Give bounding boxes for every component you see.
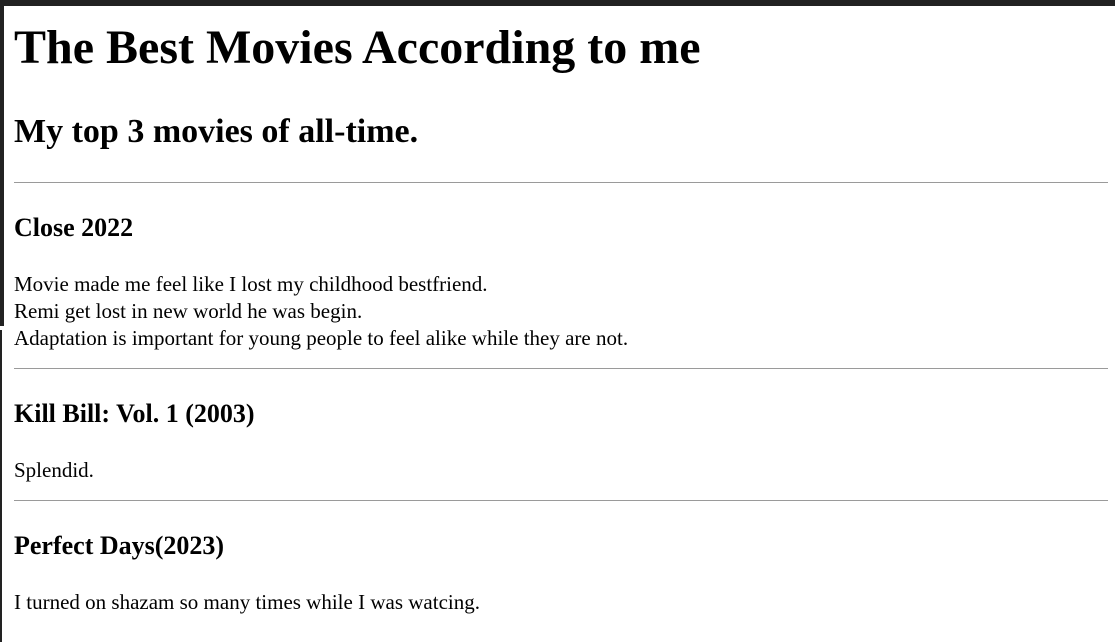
page-content: The Best Movies According to me My top 3… xyxy=(14,6,1108,616)
movie-entry-perfect-days: Perfect Days(2023) I turned on shazam so… xyxy=(14,531,1108,616)
review-line: Splendid. xyxy=(14,458,94,482)
divider xyxy=(14,500,1108,501)
movie-review: Splendid. xyxy=(14,457,1108,484)
window-left-border-lower xyxy=(0,330,2,642)
review-line: Remi get lost in new world he was begin. xyxy=(14,299,363,323)
movie-entry-close: Close 2022 Movie made me feel like I los… xyxy=(14,213,1108,352)
movie-title: Close 2022 xyxy=(14,213,134,242)
window-left-border xyxy=(0,6,4,326)
divider xyxy=(14,182,1108,183)
review-line: I turned on shazam so many times while I… xyxy=(14,590,480,614)
movie-review: I turned on shazam so many times while I… xyxy=(14,589,1108,616)
movie-review: Movie made me feel like I lost my childh… xyxy=(14,271,1108,352)
divider xyxy=(14,368,1108,369)
movie-title: Perfect Days(2023) xyxy=(14,531,225,560)
review-line: Movie made me feel like I lost my childh… xyxy=(14,272,488,296)
movie-title: Kill Bill: Vol. 1 (2003) xyxy=(14,399,255,428)
page-subtitle: My top 3 movies of all-time. xyxy=(14,113,419,150)
review-line: Adaptation is important for young people… xyxy=(14,326,629,350)
page-title: The Best Movies According to me xyxy=(14,21,701,74)
movie-entry-kill-bill: Kill Bill: Vol. 1 (2003) Splendid. xyxy=(14,399,1108,484)
